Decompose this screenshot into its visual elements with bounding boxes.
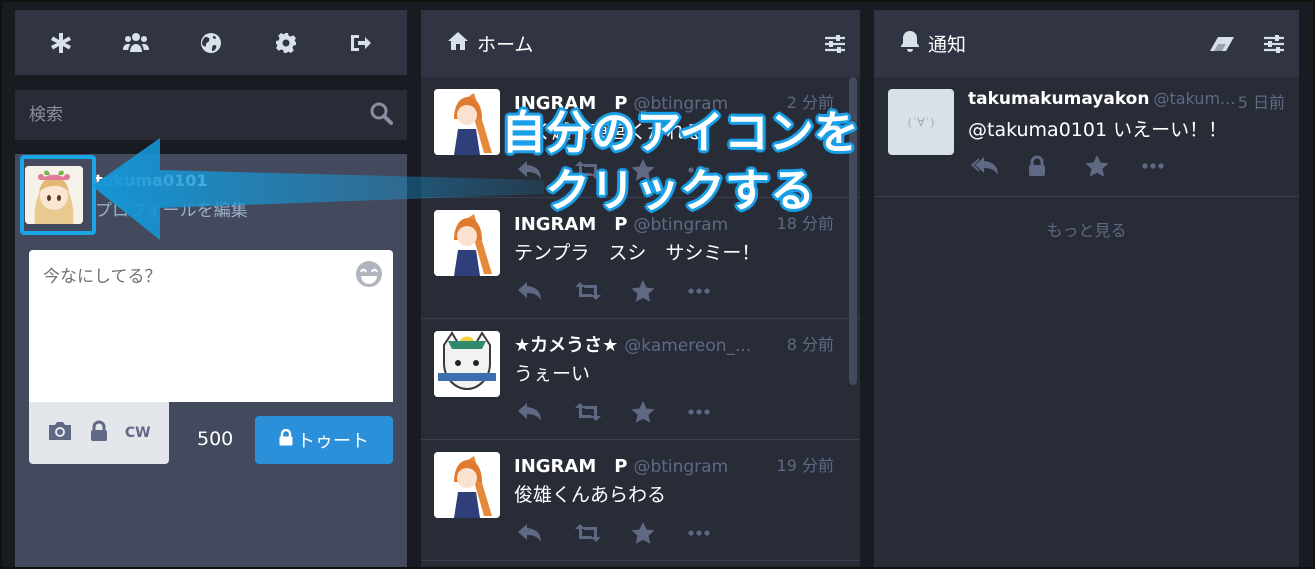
notification-actions <box>971 155 1199 177</box>
character-counter: 500 <box>197 428 234 450</box>
status-actions <box>517 522 745 544</box>
users-icon[interactable] <box>116 23 156 63</box>
notifications-column: 通知 (´∀`) takumakumayakon @takum... 5 日前 @… <box>874 10 1299 569</box>
annotation-caption: 自分のアイコンを クリックする <box>480 104 880 220</box>
more-icon[interactable] <box>688 530 745 536</box>
search-icon[interactable] <box>369 101 393 129</box>
notification-content: @takuma0101 いえーい！！ <box>968 119 1228 141</box>
status-avatar[interactable] <box>434 452 500 518</box>
notification-item[interactable]: (´∀`) takumakumayakon @takum... 5 日前 @tak… <box>874 77 1299 197</box>
status-handle[interactable]: @btingram <box>633 457 728 477</box>
status-avatar[interactable] <box>434 331 500 397</box>
notification-timestamp[interactable]: 5 日前 <box>1238 89 1285 113</box>
status-actions <box>517 280 745 302</box>
more-icon[interactable] <box>688 409 745 415</box>
notifications-column-title[interactable]: 通知 <box>928 30 1181 57</box>
favourite-icon[interactable] <box>1085 155 1142 177</box>
home-column: ホーム INGRAM P @btingram 2 分前 ぐく越を東宮くかれる IN… <box>421 10 860 569</box>
status-display-name[interactable]: ★カメうさ★ @kamereon_... <box>514 331 751 357</box>
more-icon[interactable] <box>1142 155 1199 177</box>
toot-label: トゥート <box>297 431 369 452</box>
privacy-lock-icon[interactable] <box>90 420 108 446</box>
home-column-header: ホーム <box>421 10 860 77</box>
home-icon <box>447 31 469 56</box>
eraser-icon[interactable] <box>1209 36 1235 52</box>
lock-icon[interactable] <box>1028 155 1085 177</box>
status-handle[interactable]: @kamereon_... <box>624 336 751 356</box>
gear-icon[interactable] <box>266 23 306 63</box>
home-column-title[interactable]: ホーム <box>477 30 796 57</box>
status-item[interactable]: ★カメうさ★ @kamereon_... 8 分前 うぇーい <box>421 319 860 440</box>
reply-icon[interactable] <box>517 281 574 301</box>
favourite-icon[interactable] <box>631 280 688 302</box>
content-warning-button[interactable]: CW <box>125 425 151 441</box>
emoji-picker-icon[interactable] <box>355 260 383 292</box>
sign-out-icon[interactable] <box>341 23 381 63</box>
search-bar <box>15 90 407 140</box>
status-content: 俊雄くんあらわる <box>514 484 667 506</box>
asterisk-icon[interactable] <box>41 23 81 63</box>
compose-options: CW <box>29 402 169 464</box>
reply-all-icon[interactable] <box>971 155 1028 177</box>
search-input[interactable] <box>29 105 369 125</box>
column-settings-icon[interactable] <box>1263 34 1285 54</box>
avatar-highlight-box <box>20 155 96 235</box>
status-content: うぇーい <box>514 363 591 385</box>
favourite-icon[interactable] <box>631 401 688 423</box>
status-actions <box>517 401 745 423</box>
notification-avatar[interactable]: (´∀`) <box>888 89 954 155</box>
load-more-link[interactable]: もっと見る <box>874 217 1299 241</box>
bell-icon <box>900 30 920 57</box>
compose-textarea[interactable]: 今なにしてる？ <box>29 250 393 402</box>
camera-icon[interactable] <box>47 420 73 446</box>
boost-icon[interactable] <box>574 523 631 543</box>
annotation-line-2: クリックする <box>544 164 815 217</box>
status-item[interactable]: INGRAM P @btingram 19 分前 俊雄くんあらわる <box>421 440 860 561</box>
status-timestamp[interactable]: 19 分前 <box>777 452 834 476</box>
toot-button[interactable]: トゥート <box>255 416 393 464</box>
globe-icon[interactable] <box>191 23 231 63</box>
compose-placeholder: 今なにしてる？ <box>43 267 162 287</box>
column-settings-icon[interactable] <box>824 34 846 54</box>
reply-icon[interactable] <box>517 523 574 543</box>
favourite-icon[interactable] <box>631 522 688 544</box>
pointer-arrow <box>92 138 544 240</box>
notifications-column-header: 通知 <box>874 10 1299 77</box>
notification-handle[interactable]: @takum... <box>1153 89 1235 108</box>
boost-icon[interactable] <box>574 281 631 301</box>
reply-icon[interactable] <box>517 402 574 422</box>
drawer: takuma0101 プロフィールを編集 今なにしてる？ CW 500 トゥート <box>15 10 407 569</box>
boost-icon[interactable] <box>574 402 631 422</box>
drawer-nav <box>15 10 407 75</box>
status-content: テンプラ スシ サシミー！ <box>514 242 761 264</box>
lock-icon <box>279 428 293 451</box>
status-timestamp[interactable]: 8 分前 <box>787 331 834 355</box>
status-display-name[interactable]: INGRAM P @btingram <box>514 452 728 478</box>
notification-display-name[interactable]: takumakumayakon @takum... <box>968 89 1235 109</box>
more-icon[interactable] <box>688 288 745 294</box>
annotation-line-1: 自分のアイコンを <box>501 106 859 159</box>
